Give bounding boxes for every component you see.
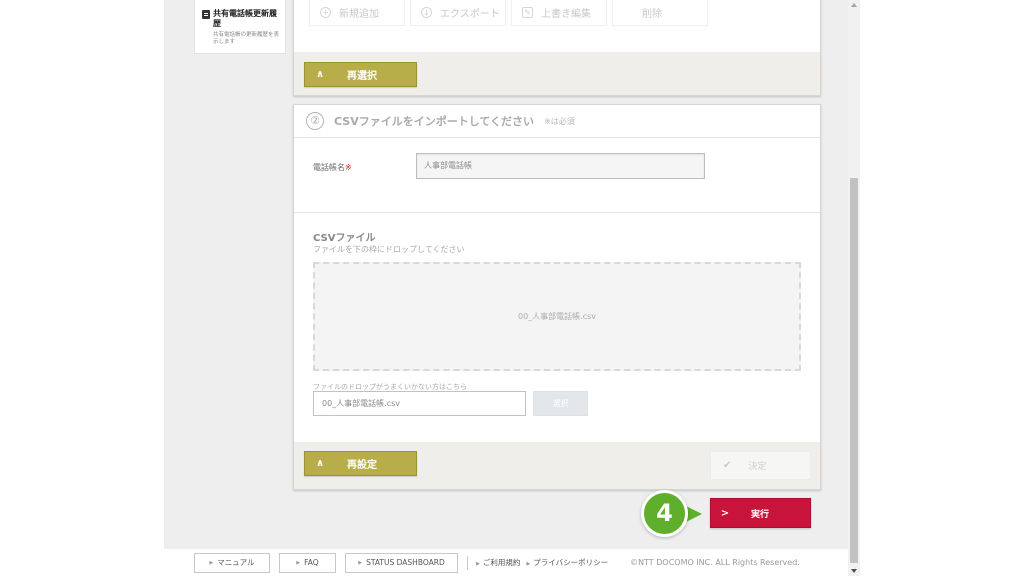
- phonebook-name-label: 電話帳名※: [313, 163, 352, 172]
- file-drop-zone[interactable]: 00_人事部電話帳.csv: [313, 262, 801, 371]
- triangle-right-icon: ▶: [358, 559, 363, 566]
- step-number: ②: [306, 112, 324, 130]
- file-path-input[interactable]: 00_人事部電話帳.csv: [313, 391, 526, 416]
- sidebar-item-description: 共有電話帳の更新履歴を表示します: [213, 32, 280, 45]
- execute-button[interactable]: > 実行: [710, 498, 811, 528]
- confirm-button[interactable]: ✔ 決定: [710, 451, 811, 480]
- csv-import-card: ② CSVファイルをインポートしてください ※は必須 電話帳名※ 人事部電話帳 …: [293, 104, 821, 490]
- footer-terms-link[interactable]: ▶ ご利用規約: [476, 557, 520, 568]
- footer-privacy-link[interactable]: ▶ プライバシーポリシー: [526, 557, 608, 568]
- copyright-text: ©NTT DOCOMO INC. ALL Rights Reserved.: [630, 558, 800, 567]
- triangle-right-icon: ▶: [296, 559, 301, 566]
- triangle-right-icon: ▶: [526, 561, 531, 567]
- footer-status-link[interactable]: ▶ STATUS DASHBOARD: [345, 552, 458, 573]
- chevron-up-icon: ∧: [315, 458, 325, 469]
- footer-divider: [467, 555, 468, 570]
- download-circle-icon: ↓: [421, 6, 432, 18]
- check-icon: ✔: [723, 460, 732, 471]
- scroll-up-icon[interactable]: [851, 3, 857, 7]
- delete-button[interactable]: 削除: [612, 0, 708, 26]
- operation-select-card: + 新規追加 ↓ エクスポート ✎ 上書き編集 削除 ∧ 再選択: [293, 0, 821, 96]
- dropped-filename: 00_人事部電話帳.csv: [517, 312, 597, 321]
- chevron-up-icon: ∧: [315, 69, 325, 80]
- required-note: ※は必須: [544, 116, 575, 126]
- step-badge: 4: [641, 490, 688, 537]
- document-icon: [202, 10, 210, 19]
- triangle-right-icon: ▶: [476, 561, 480, 567]
- sidebar-item-phonebook-history[interactable]: 共有電話帳更新履歴 共有電話帳の更新履歴を表示します: [194, 0, 286, 54]
- triangle-right-icon: ▶: [209, 559, 214, 566]
- scrollbar-thumb[interactable]: [850, 178, 858, 563]
- reset-button[interactable]: ∧ 再設定: [304, 451, 417, 476]
- action-bar: ∧ 再設定 ✔ 決定: [294, 442, 820, 489]
- add-new-button[interactable]: + 新規追加: [309, 0, 405, 26]
- footer-manual-link[interactable]: ▶ マニュアル: [194, 552, 270, 573]
- footer-faq-link[interactable]: ▶ FAQ: [279, 552, 336, 573]
- scroll-down-icon[interactable]: [851, 569, 857, 573]
- operation-buttons: + 新規追加 ↓ エクスポート ✎ 上書き編集 削除: [309, 0, 708, 26]
- phonebook-name-input[interactable]: 人事部電話帳: [416, 153, 705, 179]
- edit-icon: ✎: [522, 6, 533, 18]
- csv-file-title: CSVファイル: [313, 233, 376, 244]
- action-bar: ∧ 再選択: [294, 52, 820, 95]
- csv-file-subtitle: ファイルを下の枠にドロップしてください: [313, 245, 465, 254]
- reselect-button[interactable]: ∧ 再選択: [304, 62, 417, 87]
- phonebook-name-row: 電話帳名※ 人事部電話帳: [294, 138, 820, 213]
- vertical-scrollbar[interactable]: [848, 0, 860, 576]
- chevron-right-icon: >: [720, 507, 730, 519]
- export-button[interactable]: ↓ エクスポート: [410, 0, 506, 26]
- section-title: CSVファイルをインポートしてください: [334, 115, 535, 128]
- select-file-button[interactable]: 選択: [533, 391, 588, 416]
- overwrite-edit-button[interactable]: ✎ 上書き編集: [511, 0, 607, 26]
- sidebar-item-title: 共有電話帳更新履歴: [213, 9, 277, 28]
- section-header: ② CSVファイルをインポートしてください ※は必須: [294, 105, 820, 138]
- footer: ▶ マニュアル ▶ FAQ ▶ STATUS DASHBOARD ▶ ご利用規約 ▶ プラ…: [164, 549, 858, 576]
- plus-circle-icon: +: [320, 6, 331, 18]
